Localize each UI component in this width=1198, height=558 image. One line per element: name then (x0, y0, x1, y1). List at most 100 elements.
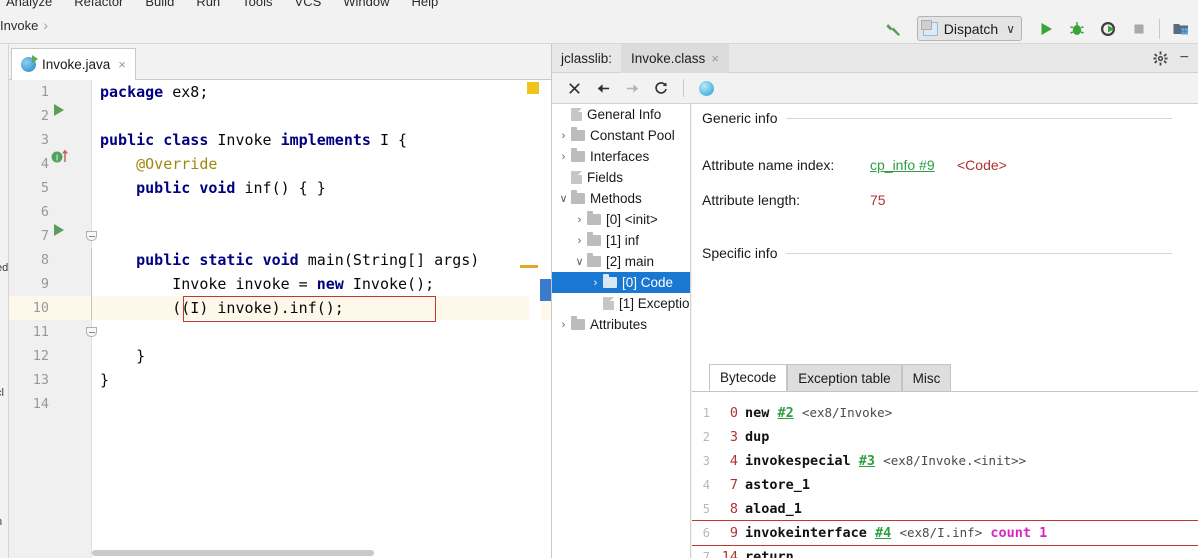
tree-item-fields[interactable]: Fields (552, 167, 690, 188)
close-button[interactable] (562, 76, 586, 100)
code-line-1[interactable]: 1 package ex8; (9, 80, 551, 104)
bytecode-row-invokeinterface[interactable]: 6 9 invokeinterface #4 <ex8/I.inf> count 1 (692, 520, 1198, 546)
ide-window: Analyze Refactor Build Run Tools VCS Window Hel… (0, 0, 1198, 558)
bytecode-row-return[interactable]: 7 14 return (692, 545, 1198, 558)
debug-icon (1069, 21, 1084, 35)
tree-item-constant-pool[interactable]: › Constant Pool (552, 125, 690, 146)
tree-item-general-info[interactable]: General Info (552, 104, 690, 125)
bytecode-row-dup[interactable]: 2 3 dup (692, 425, 1198, 449)
build-button[interactable] (880, 15, 907, 42)
code-line-12[interactable]: 12 } (9, 344, 551, 368)
scrollbar-thumb[interactable] (92, 550, 374, 556)
tree-item-label: Interfaces (590, 149, 650, 164)
chevron-right-icon[interactable]: › (572, 214, 587, 226)
warning-marker[interactable] (527, 82, 539, 94)
toolbar-divider (1159, 18, 1160, 39)
menu-item-tools[interactable]: Tools (242, 0, 272, 9)
breadcrumb[interactable]: Invoke › (0, 17, 48, 33)
run-button[interactable] (1032, 15, 1059, 42)
tree-item-1-exception[interactable]: [1] Exception (552, 293, 690, 314)
code-line-4[interactable]: 4 @Override (9, 152, 551, 176)
chevron-down-icon[interactable]: ∨ (556, 192, 571, 205)
browse-button[interactable] (694, 76, 718, 100)
tree-item-interfaces[interactable]: › Interfaces (552, 146, 690, 167)
chevron-right-icon[interactable]: › (556, 130, 571, 142)
constant-pool-ref[interactable]: #3 (859, 453, 875, 469)
bytecode-instruction: invokespecial #3 <ex8/Invoke.<init>> (745, 453, 1027, 469)
chevron-right-icon[interactable]: › (556, 319, 571, 331)
chevron-right-icon[interactable]: › (556, 151, 571, 163)
code-editor[interactable]: 1 package ex8; 2 3 public class Invoke imple… (9, 80, 551, 558)
breadcrumb-item-invoke[interactable]: Invoke (0, 18, 38, 33)
tab-misc[interactable]: Misc (901, 364, 952, 391)
editor-horizontal-scrollbar[interactable] (92, 548, 551, 558)
tree-item-1-inf[interactable]: › [1] inf (552, 230, 690, 251)
class-structure-tree[interactable]: General Info › Constant Pool › Interfaces Fie… (552, 104, 691, 558)
folding-guide-line (91, 248, 92, 320)
run-with-coverage-button[interactable] (1094, 15, 1121, 42)
folder-icon (587, 253, 601, 267)
jclasslib-tab-invoke-class[interactable]: Invoke.class × (621, 43, 729, 73)
tab-exception-table[interactable]: Exception table (787, 364, 902, 391)
tree-item-0-init[interactable]: › [0] <init> (552, 209, 690, 230)
menu-item-analyze[interactable]: Analyze (6, 0, 52, 9)
code-line-2[interactable]: 2 (9, 104, 551, 128)
menu-item-vcs[interactable]: VCS (295, 0, 322, 9)
code-folding-end[interactable] (86, 320, 98, 344)
cp-info-link[interactable]: cp_info #9 (870, 157, 935, 173)
editor-right-gutter[interactable] (527, 80, 541, 558)
specific-info-title: Specific info (702, 245, 778, 261)
bytecode-comment: <ex8/Invoke> (801, 405, 893, 420)
tree-item-label: General Info (587, 107, 662, 122)
tree-item-methods[interactable]: ∨ Methods (552, 188, 690, 209)
run-configuration-selector[interactable]: Dispatch ∨ (916, 16, 1022, 41)
code-line-5[interactable]: 5 public void inf() { } (9, 176, 551, 200)
tree-item-attributes[interactable]: › Attributes (552, 314, 690, 335)
code-folding-main[interactable] (86, 224, 98, 248)
project-structure-button[interactable] (1167, 15, 1194, 42)
tab-bytecode[interactable]: Bytecode (709, 364, 788, 391)
menu-item-window[interactable]: Window (343, 0, 389, 9)
minimize-icon[interactable]: − (1180, 50, 1189, 66)
run-gutter-icon-line3[interactable] (54, 104, 64, 116)
blue-scroll-marker[interactable] (540, 279, 551, 301)
tree-item-2-main[interactable]: ∨ [2] main (552, 251, 690, 272)
left-strip-label-structure[interactable]: ed (0, 262, 8, 274)
constant-pool-ref[interactable]: #2 (778, 405, 794, 421)
menu-item-help[interactable]: Help (412, 0, 439, 9)
bytecode-instruction: aload_1 (745, 501, 802, 517)
bytecode-row-astore_1[interactable]: 4 7 astore_1 (692, 473, 1198, 497)
bytecode-row-new[interactable]: 1 0 new #2 <ex8/Invoke> (692, 401, 1198, 425)
left-strip-label-terminal[interactable]: n (0, 516, 2, 528)
back-button[interactable] (591, 76, 615, 100)
code-line-3[interactable]: 3 public class Invoke implements I { (9, 128, 551, 152)
reload-button[interactable] (649, 76, 673, 100)
close-icon[interactable]: × (118, 57, 126, 72)
editor-tab-invoke-java[interactable]: Invoke.java × (11, 48, 136, 80)
stop-button[interactable] (1125, 15, 1152, 42)
chevron-right-icon[interactable]: › (572, 235, 587, 247)
debug-button[interactable] (1063, 15, 1090, 42)
bytecode-row-invokespecial[interactable]: 3 4 invokespecial #3 <ex8/Invoke.<init>> (692, 449, 1198, 473)
run-gutter-icon-line8[interactable] (54, 224, 64, 236)
tree-item-label: [2] main (606, 254, 655, 269)
gear-icon[interactable] (1153, 50, 1168, 66)
implements-method-icon[interactable]: I (51, 148, 73, 165)
left-strip-label-jclasslib[interactable]: cl (0, 387, 4, 399)
menu-item-run[interactable]: Run (196, 0, 220, 9)
bytecode-listing[interactable]: 1 0 new #2 <ex8/Invoke> 2 3 dup 3 4 invokespecia… (692, 401, 1198, 558)
chevron-right-icon[interactable]: › (588, 277, 603, 289)
code-line-14[interactable]: 14 (9, 392, 551, 416)
tree-item-0-code[interactable]: › [0] Code (552, 272, 690, 293)
code-line-13[interactable]: 13} (9, 368, 551, 392)
code-line-6[interactable]: 6 (9, 200, 551, 224)
run-with-coverage-icon (1100, 21, 1115, 36)
close-icon[interactable]: × (711, 51, 719, 66)
chevron-down-icon[interactable]: ∨ (572, 255, 587, 268)
menu-item-build[interactable]: Build (145, 0, 174, 9)
bytecode-row-aload_1[interactable]: 5 8 aload_1 (692, 497, 1198, 521)
menu-item-refactor[interactable]: Refactor (74, 0, 123, 9)
attribute-length-label: Attribute length: (702, 192, 801, 208)
project-structure-icon (1173, 23, 1188, 34)
constant-pool-ref[interactable]: #4 (875, 525, 891, 541)
